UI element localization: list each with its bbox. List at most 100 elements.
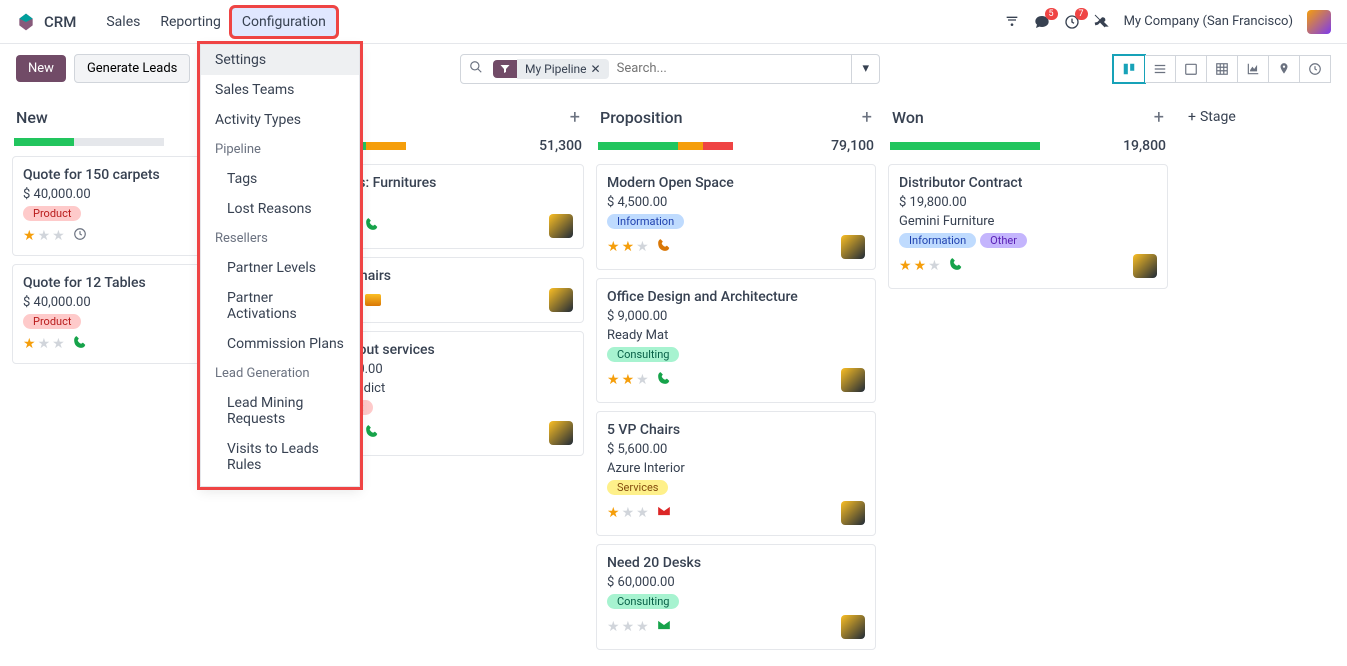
- filter-chip[interactable]: My Pipeline ✕: [517, 59, 609, 79]
- star-icon[interactable]: ★: [928, 258, 941, 274]
- app-name[interactable]: CRM: [44, 13, 76, 31]
- phone-icon[interactable]: [365, 424, 379, 442]
- calendar-view-icon[interactable]: [1176, 55, 1207, 83]
- star-icon[interactable]: ★: [636, 619, 649, 635]
- card-title: 5 VP Chairs: [607, 422, 865, 438]
- tag[interactable]: Information: [607, 214, 684, 229]
- tools-icon[interactable]: [1094, 14, 1110, 30]
- nav-configuration[interactable]: Configuration: [231, 7, 337, 37]
- add-stage-button[interactable]: + Stage: [1180, 101, 1244, 133]
- menu-item-pipeline: Pipeline: [201, 135, 359, 164]
- star-icon[interactable]: ★: [622, 372, 635, 388]
- column-title[interactable]: New: [16, 108, 48, 127]
- clock-icon[interactable]: [73, 227, 87, 245]
- assignee-avatar[interactable]: [549, 214, 573, 238]
- phone-icon[interactable]: [657, 238, 671, 256]
- star-icon[interactable]: ★: [607, 505, 620, 521]
- search-input[interactable]: [609, 61, 852, 76]
- assignee-avatar[interactable]: [549, 421, 573, 445]
- tag[interactable]: Information: [899, 233, 976, 248]
- menu-item-commission-plans[interactable]: Commission Plans: [201, 329, 359, 359]
- assignee-avatar[interactable]: [841, 235, 865, 259]
- star-icon[interactable]: ★: [23, 228, 36, 244]
- card-footer: ★★★: [607, 615, 865, 639]
- mail-icon[interactable]: [657, 618, 671, 636]
- gold-icon[interactable]: [365, 294, 381, 306]
- star-icon[interactable]: ★: [899, 258, 912, 274]
- map-view-icon[interactable]: [1269, 55, 1300, 83]
- menu-item-tags[interactable]: Tags: [201, 164, 359, 194]
- quick-add-icon[interactable]: +: [570, 107, 580, 128]
- assignee-avatar[interactable]: [1133, 254, 1157, 278]
- tag[interactable]: Product: [23, 206, 81, 221]
- star-icon[interactable]: ★: [636, 372, 649, 388]
- kanban-card[interactable]: 5 VP Chairs$ 5,600.00Azure InteriorServi…: [596, 411, 876, 536]
- filter-icon[interactable]: [493, 60, 517, 78]
- phone-icon[interactable]: [365, 217, 379, 235]
- assignee-avatar[interactable]: [841, 368, 865, 392]
- card-price: $ 4,500.00: [607, 195, 865, 210]
- star-icon[interactable]: ★: [607, 239, 620, 255]
- menu-item-sales-teams[interactable]: Sales Teams: [201, 75, 359, 105]
- list-view-icon[interactable]: [1145, 55, 1176, 83]
- star-icon[interactable]: ★: [622, 505, 635, 521]
- column-title[interactable]: Proposition: [600, 108, 683, 127]
- phone-icon[interactable]: [73, 335, 87, 353]
- tag[interactable]: Consulting: [607, 594, 679, 609]
- new-button[interactable]: New: [16, 55, 66, 82]
- column-title[interactable]: Won: [892, 108, 924, 127]
- activity-icon[interactable]: 7: [1064, 14, 1080, 30]
- generate-leads-button[interactable]: Generate Leads: [74, 54, 190, 83]
- star-icon[interactable]: ★: [622, 619, 635, 635]
- graph-view-icon[interactable]: [1238, 55, 1269, 83]
- kanban-card[interactable]: Need 20 Desks$ 60,000.00Consulting★★★: [596, 544, 876, 650]
- kanban-view-icon[interactable]: [1113, 55, 1145, 83]
- star-icon[interactable]: ★: [52, 228, 65, 244]
- menu-item-lead-mining-requests[interactable]: Lead Mining Requests: [201, 388, 359, 434]
- mail-icon[interactable]: [657, 504, 671, 522]
- star-icon[interactable]: ★: [607, 372, 620, 388]
- remove-filter-icon[interactable]: ✕: [591, 62, 601, 76]
- company-name[interactable]: My Company (San Francisco): [1124, 14, 1293, 29]
- star-icon[interactable]: ★: [38, 336, 51, 352]
- menu-item-partner-levels[interactable]: Partner Levels: [201, 253, 359, 283]
- voip-icon[interactable]: [1004, 14, 1020, 30]
- messaging-icon[interactable]: 5: [1034, 14, 1050, 30]
- search-icon: [461, 60, 491, 78]
- menu-item-visits-to-leads-rules[interactable]: Visits to Leads Rules: [201, 434, 359, 480]
- phone-icon[interactable]: [657, 371, 671, 389]
- quick-add-icon[interactable]: +: [1154, 107, 1164, 128]
- menu-item-settings[interactable]: Settings: [201, 45, 359, 75]
- star-icon[interactable]: ★: [23, 336, 36, 352]
- card-tags: Information: [607, 214, 865, 235]
- tag[interactable]: Services: [607, 480, 668, 495]
- tag[interactable]: Product: [23, 314, 81, 329]
- menu-item-partner-activations[interactable]: Partner Activations: [201, 283, 359, 329]
- assignee-avatar[interactable]: [841, 501, 865, 525]
- kanban-card[interactable]: Distributor Contract$ 19,800.00Gemini Fu…: [888, 164, 1168, 289]
- pivot-view-icon[interactable]: [1207, 55, 1238, 83]
- user-avatar[interactable]: [1307, 10, 1331, 34]
- star-icon[interactable]: ★: [607, 619, 620, 635]
- assignee-avatar[interactable]: [549, 288, 573, 312]
- search-options-caret[interactable]: ▾: [851, 55, 879, 83]
- star-icon[interactable]: ★: [38, 228, 51, 244]
- star-icon[interactable]: ★: [636, 505, 649, 521]
- kanban-card[interactable]: Modern Open Space$ 4,500.00Information★★…: [596, 164, 876, 270]
- card-tags: Information Other: [899, 233, 1157, 254]
- nav-sales[interactable]: Sales: [96, 8, 150, 36]
- star-icon[interactable]: ★: [622, 239, 635, 255]
- tag[interactable]: Other: [980, 233, 1027, 248]
- star-icon[interactable]: ★: [914, 258, 927, 274]
- kanban-card[interactable]: Office Design and Architecture$ 9,000.00…: [596, 278, 876, 403]
- activity-view-icon[interactable]: [1300, 55, 1331, 83]
- menu-item-lost-reasons[interactable]: Lost Reasons: [201, 194, 359, 224]
- assignee-avatar[interactable]: [841, 615, 865, 639]
- tag[interactable]: Consulting: [607, 347, 679, 362]
- phone-icon[interactable]: [949, 257, 963, 275]
- star-icon[interactable]: ★: [52, 336, 65, 352]
- nav-reporting[interactable]: Reporting: [150, 8, 231, 36]
- star-icon[interactable]: ★: [636, 239, 649, 255]
- menu-item-activity-types[interactable]: Activity Types: [201, 105, 359, 135]
- quick-add-icon[interactable]: +: [862, 107, 872, 128]
